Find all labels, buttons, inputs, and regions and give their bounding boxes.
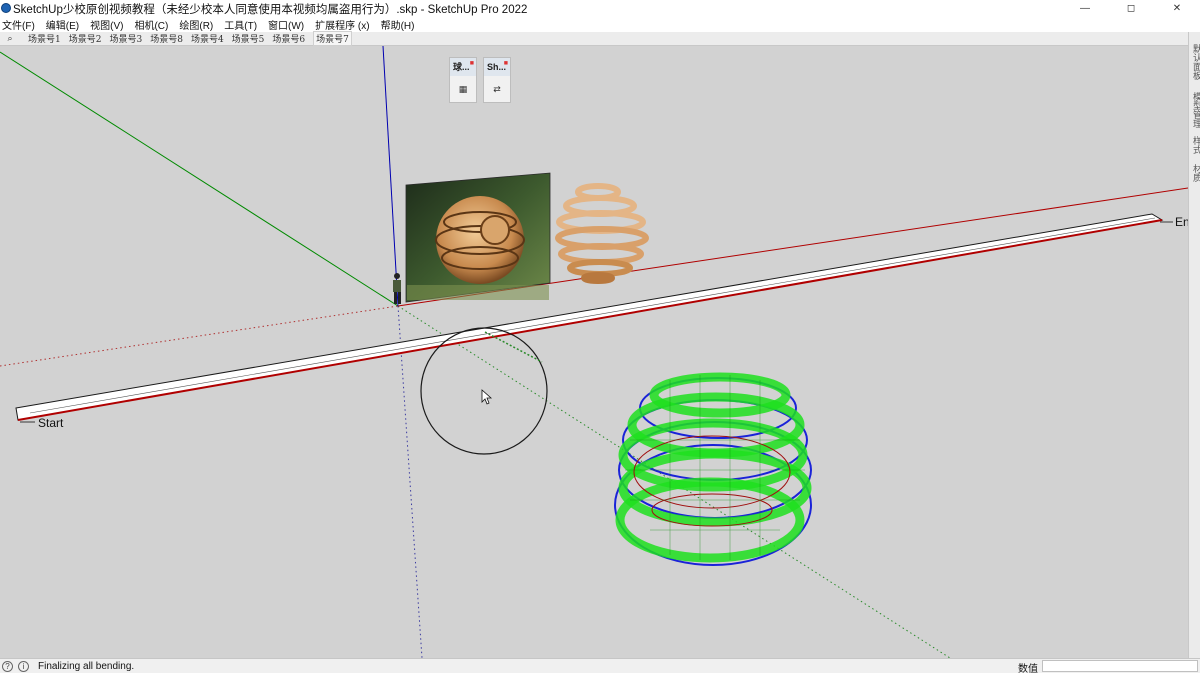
menu-camera[interactable]: 相机(C) [134, 17, 168, 32]
scene-tab-3[interactable]: 场景号3 [109, 32, 142, 45]
menu-file[interactable]: 文件(F) [2, 17, 35, 32]
sphere-toolbar: 球... ■ ▦ [449, 57, 477, 103]
wood-ball-photo [436, 196, 524, 284]
minimize-button[interactable]: — [1062, 0, 1108, 16]
shape-bender-toolbar-title: Sh... ■ [484, 58, 510, 76]
blue-axis [382, 46, 399, 307]
menu-draw[interactable]: 绘图(R) [179, 17, 213, 32]
scene-tab-5[interactable]: 场景号5 [232, 32, 265, 45]
menu-help[interactable]: 帮助(H) [381, 17, 415, 32]
scene-tab-8[interactable]: 场景号8 [150, 32, 183, 45]
tray-tab-styles[interactable]: 样式 [1190, 136, 1200, 154]
maximize-button[interactable]: ◻ [1108, 0, 1154, 16]
scene-tab-1[interactable]: 场景号1 [28, 32, 61, 45]
sphere-toolbar-close-icon[interactable]: ■ [470, 60, 474, 67]
viewport-drawing: Start En [0, 46, 1188, 658]
tray-tab-outliner[interactable]: 模型管理 [1190, 92, 1200, 128]
menu-extensions[interactable]: 扩展程序 (x) [315, 17, 369, 32]
scene-tab-7[interactable]: 场景号7 [313, 31, 352, 46]
scene-tab-4[interactable]: 场景号4 [191, 32, 224, 45]
window-controls: — ◻ ✕ [1062, 0, 1200, 16]
sketchup-app-icon [1, 3, 11, 13]
end-label: En [1175, 215, 1188, 229]
blue-axis-dotted [397, 305, 423, 658]
scene-tabs-bar: ⌕ 场景号1 场景号2 场景号3 场景号8 场景号4 场景号5 场景号6 场景号… [0, 31, 1188, 46]
scene-tab-2[interactable]: 场景号2 [69, 32, 102, 45]
cursor-arrow-icon [481, 389, 493, 405]
status-message: Finalizing all bending. [38, 661, 135, 672]
close-button[interactable]: ✕ [1154, 0, 1200, 16]
start-label: Start [38, 416, 64, 430]
sphere-tool-icon[interactable]: ▦ [454, 81, 472, 97]
info-icon[interactable]: i [18, 661, 29, 672]
scene-tab-6[interactable]: 场景号6 [272, 32, 305, 45]
measurements-label: 数值 [1018, 664, 1038, 673]
shape-bender-icon[interactable]: ⇄ [488, 81, 506, 97]
model-axes [0, 46, 1188, 658]
menu-edit[interactable]: 编辑(E) [46, 17, 79, 32]
green-axis [0, 51, 399, 307]
menu-bar: 文件(F) 编辑(E) 视图(V) 相机(C) 绘图(R) 工具(T) 窗口(W… [0, 16, 1200, 32]
menu-window[interactable]: 窗口(W) [268, 17, 304, 32]
sphere-toolbar-title: 球... ■ [450, 58, 476, 76]
reference-photo[interactable] [405, 172, 551, 303]
default-tray: 默认面板 模型管理 样式 材质 [1188, 32, 1200, 658]
tray-tab-materials[interactable]: 材质 [1190, 164, 1200, 182]
measurements-input[interactable] [1042, 660, 1198, 672]
menu-tools[interactable]: 工具(T) [224, 17, 257, 32]
title-bar: SketchUp少校原创视频教程（未经少校本人同意使用本视频均属盗用行为）.sk… [0, 0, 1200, 16]
geo-location-icon[interactable]: ? [2, 661, 13, 672]
tray-tab-default[interactable]: 默认面板 [1190, 44, 1200, 80]
shape-bender-toolbar-close-icon[interactable]: ■ [504, 60, 508, 67]
menu-view[interactable]: 视图(V) [90, 17, 123, 32]
scene-search-icon[interactable]: ⌕ [0, 33, 20, 44]
scale-figure[interactable] [393, 273, 401, 304]
3d-viewport[interactable]: Start En [0, 46, 1188, 658]
wireframe-spiral-sphere[interactable] [614, 372, 812, 566]
wood-spiral-sphere[interactable] [555, 183, 649, 284]
window-title: SketchUp少校原创视频教程（未经少校本人同意使用本视频均属盗用行为）.sk… [13, 4, 528, 16]
status-bar: ? i Finalizing all bending. 数值 [0, 658, 1200, 673]
shape-bender-toolbar: Sh... ■ ⇄ [483, 57, 511, 103]
